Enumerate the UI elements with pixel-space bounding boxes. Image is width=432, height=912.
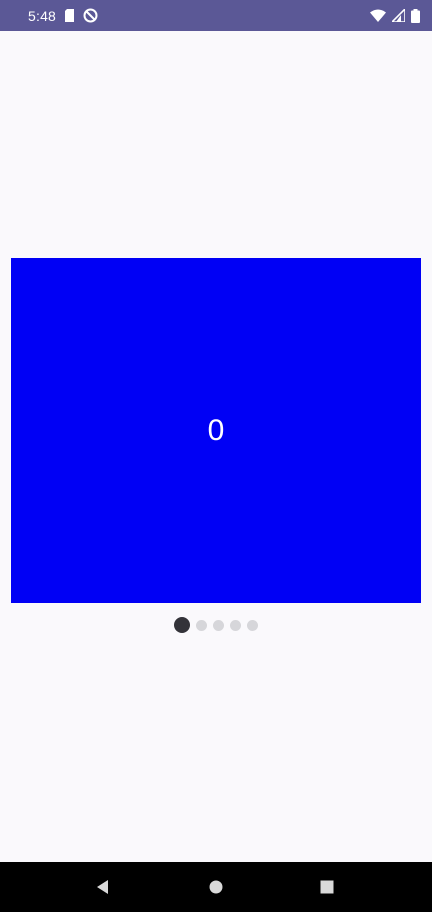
page-indicator[interactable] (0, 616, 432, 634)
navigation-bar (0, 862, 432, 912)
indicator-dot[interactable] (213, 619, 224, 631)
cell-signal-icon (392, 9, 405, 22)
page-number: 0 (207, 413, 225, 447)
screen: 5:48 0 (0, 0, 432, 912)
view-pager-page[interactable]: 0 (11, 258, 421, 603)
indicator-dot-active[interactable] (174, 617, 190, 633)
recents-button[interactable] (307, 867, 347, 907)
back-button[interactable] (83, 867, 123, 907)
status-right (370, 8, 420, 23)
recents-icon (320, 880, 334, 894)
wifi-icon (370, 9, 386, 22)
back-icon (97, 880, 108, 894)
status-bar: 5:48 (0, 0, 432, 31)
status-time: 5:48 (28, 7, 57, 24)
indicator-dot[interactable] (230, 619, 241, 631)
status-left: 5:48 (28, 8, 98, 24)
data-saver-icon (83, 8, 98, 23)
home-icon (209, 880, 223, 894)
indicator-dot[interactable] (196, 619, 207, 631)
indicator-dot[interactable] (247, 619, 258, 631)
home-button[interactable] (196, 867, 236, 907)
sim-card-icon (64, 9, 75, 22)
battery-icon (411, 8, 420, 23)
